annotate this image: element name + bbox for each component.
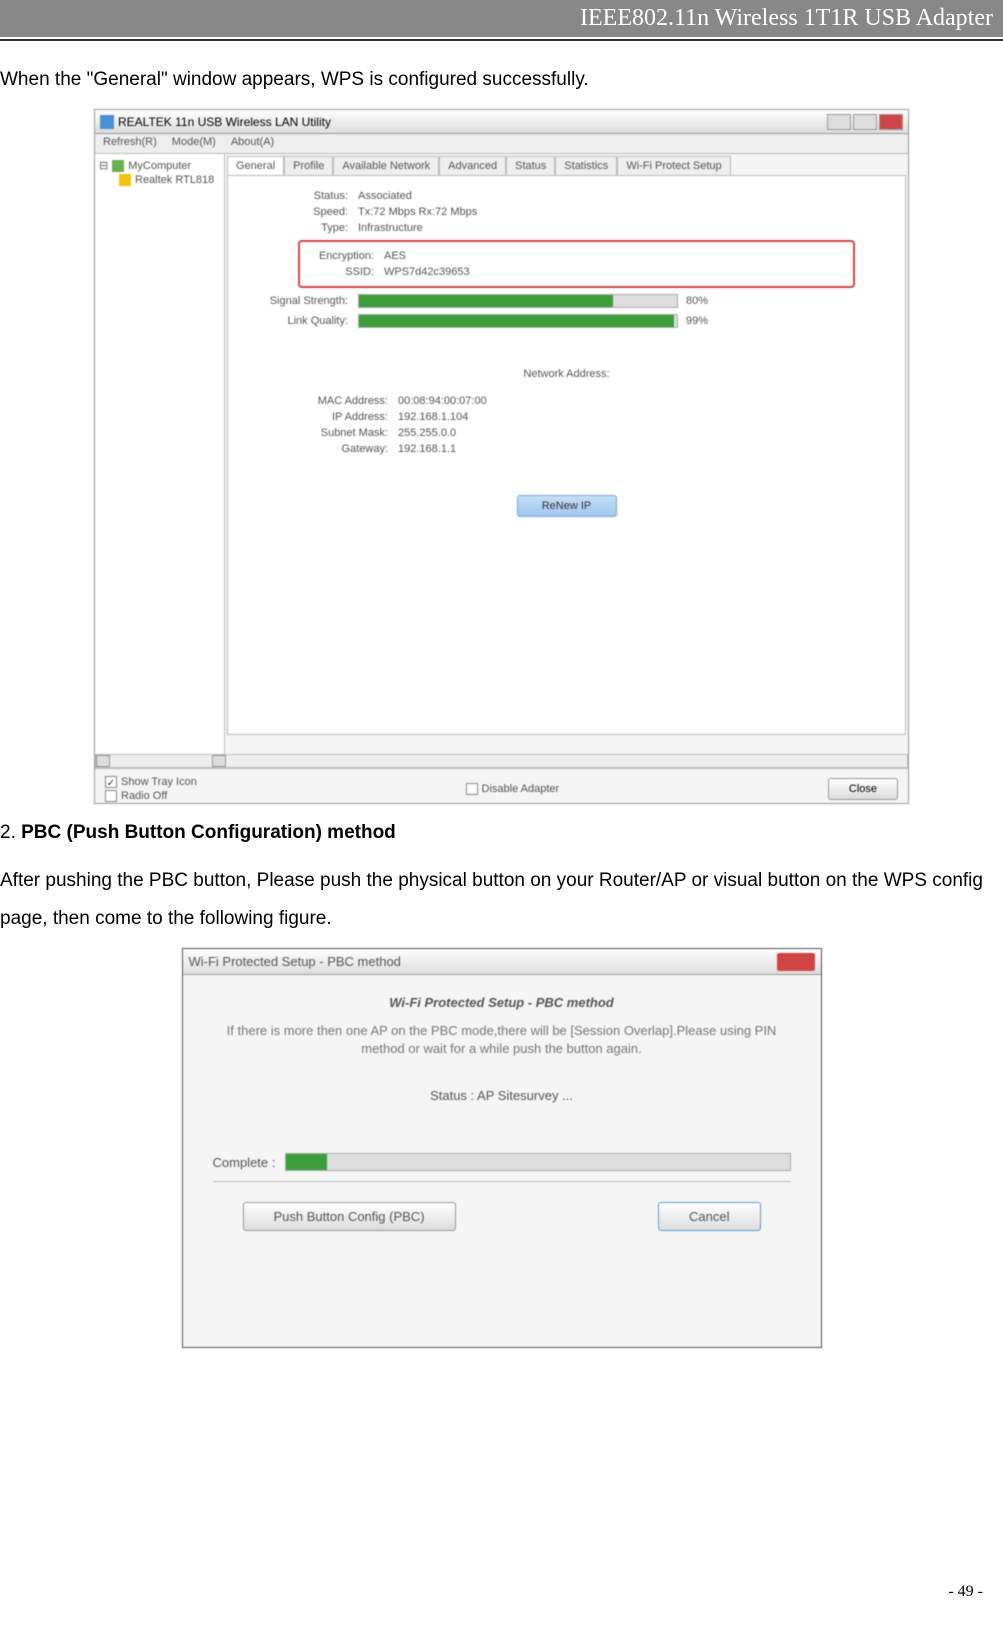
tree-device[interactable]: Realtek RTL818: [99, 173, 220, 187]
pbc-close-button[interactable]: [777, 953, 815, 971]
link-pct: 99%: [686, 315, 708, 327]
tab-statistics[interactable]: Statistics: [555, 156, 617, 175]
speed-label: Speed:: [238, 206, 358, 218]
ip-label: IP Address:: [238, 411, 398, 423]
disable-adapter-label: Disable Adapter: [482, 783, 560, 795]
subnet-value: 255.255.0.0: [398, 427, 456, 439]
pbc-screenshot: Wi-Fi Protected Setup - PBC method Wi-Fi…: [0, 948, 1003, 1348]
subnet-label: Subnet Mask:: [238, 427, 398, 439]
menubar: Refresh(R) Mode(M) About(A): [95, 134, 908, 154]
scroll-right-arrow[interactable]: [212, 755, 226, 767]
status-label: Status:: [238, 190, 358, 202]
header-title: IEEE802.11n Wireless 1T1R USB Adapter: [580, 5, 993, 31]
tab-general[interactable]: General: [227, 156, 284, 175]
section2-text: 2. PBC (Push Button Configuration) metho…: [0, 814, 1003, 852]
pbc-para: After pushing the PBC button, Please pus…: [0, 862, 1003, 938]
renew-ip-button[interactable]: ReNew IP: [517, 495, 617, 517]
signal-bar: [358, 294, 678, 308]
radio-off-checkbox[interactable]: [105, 790, 117, 802]
signal-pct: 80%: [686, 295, 708, 307]
ssid-label: SSID:: [304, 266, 384, 278]
utility-screenshot: REALTEK 11n USB Wireless LAN Utility Ref…: [0, 109, 1003, 804]
link-bar: [358, 314, 678, 328]
ssid-value: WPS7d42c39653: [384, 266, 470, 278]
app-icon: [100, 115, 114, 129]
pbc-complete-label: Complete :: [213, 1155, 276, 1170]
radio-off-label: Radio Off: [121, 790, 167, 802]
encryption-value: AES: [384, 250, 406, 262]
tab-wps[interactable]: Wi-Fi Protect Setup: [617, 156, 730, 175]
page-number: - 49 -: [948, 1583, 983, 1601]
horizontal-scrollbar[interactable]: [95, 754, 908, 768]
pbc-config-button[interactable]: Push Button Config (PBC): [243, 1202, 456, 1231]
network-heading: Network Address:: [238, 368, 895, 380]
close-app-button[interactable]: Close: [828, 778, 898, 800]
show-tray-checkbox[interactable]: [105, 776, 117, 788]
pbc-status: Status : AP Sitesurvey ...: [213, 1088, 791, 1103]
tab-profile[interactable]: Profile: [284, 156, 333, 175]
show-tray-label: Show Tray Icon: [121, 776, 197, 788]
titlebar: REALTEK 11n USB Wireless LAN Utility: [95, 110, 908, 134]
menu-about[interactable]: About(A): [231, 136, 274, 151]
pbc-progress: [285, 1153, 790, 1171]
tree-panel: ⊟ MyComputer Realtek RTL818: [95, 154, 225, 754]
disable-adapter-checkbox[interactable]: [466, 783, 478, 795]
speed-value: Tx:72 Mbps Rx:72 Mbps: [358, 206, 477, 218]
pbc-titlebar: Wi-Fi Protected Setup - PBC method: [183, 949, 821, 975]
minimize-button[interactable]: [827, 114, 851, 130]
status-value: Associated: [358, 190, 412, 202]
encryption-highlight: Encryption: AES SSID: WPS7d42c39653: [298, 240, 855, 288]
general-tab-content: Status: Associated Speed: Tx:72 Mbps Rx:…: [227, 175, 906, 735]
device-icon: [119, 174, 131, 186]
gateway-label: Gateway:: [238, 443, 398, 455]
window-title: REALTEK 11n USB Wireless LAN Utility: [118, 115, 331, 129]
pbc-title-text: Wi-Fi Protected Setup - PBC method: [189, 954, 401, 969]
tab-available-network[interactable]: Available Network: [333, 156, 439, 175]
section2-heading: PBC (Push Button Configuration) method: [21, 822, 396, 843]
pbc-divider: [213, 1181, 791, 1182]
pbc-info: If there is more then one AP on the PBC …: [213, 1022, 791, 1058]
intro-text: When the "General" window appears, WPS i…: [0, 61, 1003, 99]
menu-mode[interactable]: Mode(M): [172, 136, 216, 151]
tabs: General Profile Available Network Advanc…: [227, 156, 906, 175]
computer-icon: [112, 160, 124, 172]
page-header: IEEE802.11n Wireless 1T1R USB Adapter: [0, 0, 1003, 37]
type-value: Infrastructure: [358, 222, 423, 234]
scroll-left-arrow[interactable]: [96, 755, 110, 767]
tree-root[interactable]: ⊟ MyComputer: [99, 158, 220, 173]
signal-label: Signal Strength:: [238, 295, 358, 307]
close-button[interactable]: [879, 114, 903, 130]
maximize-button[interactable]: [853, 114, 877, 130]
pbc-heading: Wi-Fi Protected Setup - PBC method: [213, 995, 791, 1010]
pbc-dialog: Wi-Fi Protected Setup - PBC method Wi-Fi…: [182, 948, 822, 1348]
tab-advanced[interactable]: Advanced: [439, 156, 506, 175]
utility-window: REALTEK 11n USB Wireless LAN Utility Ref…: [94, 109, 909, 804]
link-label: Link Quality:: [238, 315, 358, 327]
tab-status[interactable]: Status: [506, 156, 555, 175]
encryption-label: Encryption:: [304, 250, 384, 262]
mac-value: 00:08:94:00:07:00: [398, 395, 487, 407]
pbc-cancel-button[interactable]: Cancel: [658, 1202, 760, 1231]
mac-label: MAC Address:: [238, 395, 398, 407]
type-label: Type:: [238, 222, 358, 234]
gateway-value: 192.168.1.1: [398, 443, 456, 455]
menu-refresh[interactable]: Refresh(R): [103, 136, 157, 151]
ip-value: 192.168.1.104: [398, 411, 468, 423]
